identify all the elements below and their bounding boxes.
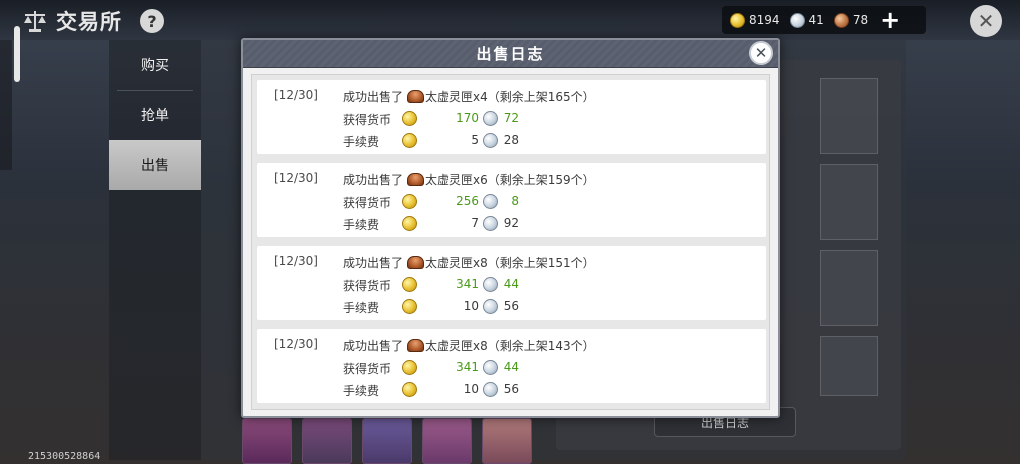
log-entry: [12/30] 成功出售了 太虚灵匣x8（剩余上架143个） 获得货币 341 … bbox=[257, 329, 766, 403]
fee-gold: 7 bbox=[471, 216, 479, 230]
chest-icon bbox=[407, 339, 425, 352]
inventory-item[interactable] bbox=[302, 418, 352, 464]
tab-grab-order[interactable]: 抢单 bbox=[109, 90, 201, 140]
log-entry: [12/30] 成功出售了 太虚灵匣x4（剩余上架165个） 获得货币 170 … bbox=[257, 80, 766, 154]
entry-sale-line: 成功出售了 太虚灵匣x8（剩余上架151个） bbox=[343, 254, 595, 271]
chest-icon bbox=[407, 256, 425, 269]
item-desc: 太虚灵匣x8（剩余上架143个） bbox=[425, 339, 595, 353]
copper-amount: 78 bbox=[852, 13, 869, 27]
fee-label: 手续费 bbox=[343, 135, 380, 149]
add-currency-icon[interactable]: + bbox=[880, 8, 900, 32]
entry-date: [12/30] bbox=[274, 88, 318, 102]
gain-label: 获得货币 bbox=[343, 113, 392, 127]
log-list[interactable]: [12/30] 成功出售了 太虚灵匣x4（剩余上架165个） 获得货币 170 … bbox=[251, 74, 770, 410]
tab-buy[interactable]: 购买 bbox=[109, 40, 201, 90]
sale-log-dialog: 出售日志 ✕ [12/30] 成功出售了 太虚灵匣x4（剩余上架165个） 获得… bbox=[241, 38, 780, 418]
gold-coin-icon bbox=[402, 133, 417, 148]
sold-prefix: 成功出售了 bbox=[343, 339, 404, 353]
user-id: 215300528864 bbox=[28, 451, 101, 462]
fee-silver: 92 bbox=[503, 216, 519, 230]
fee-label: 手续费 bbox=[343, 218, 380, 232]
chest-icon bbox=[407, 90, 425, 103]
gain-label: 获得货币 bbox=[343, 279, 392, 293]
fee-label: 手续费 bbox=[343, 384, 380, 398]
sell-slot[interactable] bbox=[820, 164, 878, 240]
gold-coin-icon bbox=[402, 216, 417, 231]
copper-coin-icon bbox=[833, 12, 849, 28]
sold-prefix: 成功出售了 bbox=[343, 90, 404, 104]
silver-coin-icon bbox=[789, 12, 805, 28]
sold-prefix: 成功出售了 bbox=[343, 256, 404, 270]
log-entry: [12/30] 成功出售了 太虚灵匣x8（剩余上架151个） 获得货币 341 … bbox=[257, 246, 766, 320]
gain-label: 获得货币 bbox=[343, 196, 392, 210]
inventory-item[interactable] bbox=[422, 418, 472, 464]
chest-icon bbox=[407, 173, 425, 186]
entry-sale-line: 成功出售了 太虚灵匣x6（剩余上架159个） bbox=[343, 171, 595, 188]
gold-coin-icon bbox=[402, 382, 417, 397]
gain-label: 获得货币 bbox=[343, 362, 392, 376]
fee-gold: 10 bbox=[463, 382, 479, 396]
entry-date: [12/30] bbox=[274, 171, 318, 185]
dialog-title: 出售日志 bbox=[476, 45, 545, 63]
inventory-item[interactable] bbox=[362, 418, 412, 464]
fee-silver: 56 bbox=[503, 299, 519, 313]
dialog-close-icon[interactable]: ✕ bbox=[749, 41, 773, 65]
page-title: 交易所 bbox=[56, 10, 122, 34]
gold-amount: 8194 bbox=[749, 13, 780, 27]
gain-silver: 8 bbox=[511, 194, 519, 208]
item-desc: 太虚灵匣x4（剩余上架165个） bbox=[425, 90, 595, 104]
close-icon[interactable]: ✕ bbox=[970, 5, 1002, 37]
log-entry: [12/30] 成功出售了 太虚灵匣x6（剩余上架159个） 获得货币 256 … bbox=[257, 163, 766, 237]
gain-silver: 44 bbox=[503, 277, 519, 291]
entry-sale-line: 成功出售了 太虚灵匣x4（剩余上架165个） bbox=[343, 88, 595, 105]
gain-gold: 170 bbox=[456, 111, 479, 125]
title-area: 交易所 ? bbox=[22, 6, 164, 36]
sell-slot[interactable] bbox=[820, 336, 878, 396]
item-desc: 太虚灵匣x8（剩余上架151个） bbox=[425, 256, 595, 270]
fee-label: 手续费 bbox=[343, 301, 380, 315]
gold-coin-icon bbox=[402, 194, 417, 209]
sell-slot[interactable] bbox=[820, 78, 878, 154]
gain-silver: 72 bbox=[503, 111, 519, 125]
entry-date: [12/30] bbox=[274, 254, 318, 268]
scroll-indicator[interactable] bbox=[14, 26, 20, 82]
help-icon[interactable]: ? bbox=[140, 9, 164, 33]
fee-gold: 5 bbox=[471, 133, 479, 147]
gold-coin-icon bbox=[402, 111, 417, 126]
tab-sell[interactable]: 出售 bbox=[109, 140, 201, 190]
entry-sale-line: 成功出售了 太虚灵匣x8（剩余上架143个） bbox=[343, 337, 595, 354]
sell-slot[interactable] bbox=[820, 250, 878, 326]
inventory-item[interactable] bbox=[242, 418, 292, 464]
gain-silver: 44 bbox=[503, 360, 519, 374]
gold-coin-icon bbox=[730, 12, 745, 28]
fee-silver: 28 bbox=[503, 133, 519, 147]
gold-coin-icon bbox=[402, 299, 417, 314]
sold-prefix: 成功出售了 bbox=[343, 173, 404, 187]
silver-amount: 41 bbox=[808, 13, 824, 27]
entry-date: [12/30] bbox=[274, 337, 318, 351]
gain-gold: 341 bbox=[456, 360, 479, 374]
item-desc: 太虚灵匣x6（剩余上架159个） bbox=[425, 173, 595, 187]
inventory-item[interactable] bbox=[482, 418, 532, 464]
gain-gold: 341 bbox=[456, 277, 479, 291]
left-edge bbox=[0, 40, 12, 170]
scales-icon bbox=[22, 9, 48, 33]
currency-bar: 8194 41 78 + bbox=[722, 6, 926, 34]
gain-gold: 256 bbox=[456, 194, 479, 208]
fee-gold: 10 bbox=[463, 299, 479, 313]
gold-coin-icon bbox=[402, 277, 417, 292]
fee-silver: 56 bbox=[503, 382, 519, 396]
sidebar: 购买 抢单 出售 bbox=[109, 40, 201, 460]
gold-coin-icon bbox=[402, 360, 417, 375]
